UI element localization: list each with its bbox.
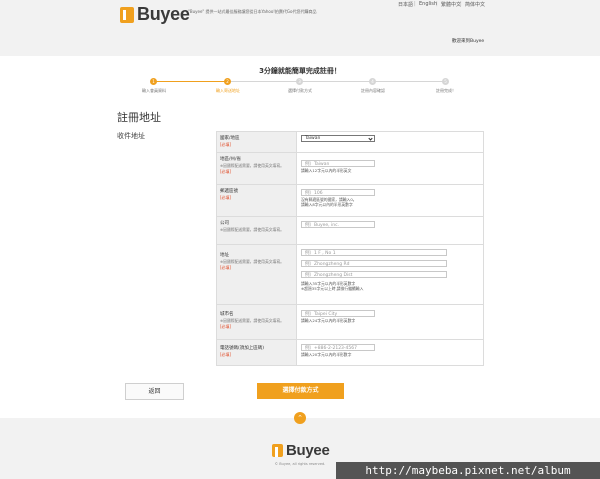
step-2-dot: 2 (224, 78, 231, 85)
lang-divider: | (460, 1, 462, 7)
phone-input[interactable]: 例）+886-2-2123-4567 (301, 344, 375, 351)
welcome-text: 歡迎來到Buyee (452, 39, 485, 44)
step-3-label: 選擇付款方式 (288, 88, 312, 93)
country-label: 國家/地區 (220, 136, 240, 141)
required-tag: [必填] (220, 169, 232, 174)
required-tag: [必填] (220, 352, 232, 357)
phone-field-cell: 例）+886-2-2123-4567 請輸入20字元以內的半形數字 (297, 340, 483, 365)
address-line-2-input[interactable]: 例）Zhongzheng Rd (301, 260, 447, 267)
address-label: 地址 (220, 253, 229, 258)
select-payment-button[interactable]: 選擇付款方式 (257, 383, 344, 399)
footer-logo[interactable]: Buyee (272, 442, 330, 459)
back-button[interactable]: 返回 (125, 383, 184, 400)
lang-english[interactable]: English (419, 1, 437, 7)
required-tag: [必填] (220, 142, 232, 147)
country-label-cell: 國家/地區 [必填] (217, 132, 297, 152)
progress-line-done (153, 81, 228, 82)
address-hint-2: ※超過35字元以上時,請換行繼續輸入 (301, 286, 364, 291)
phone-label-cell: 電話號碼(須加上區碼) [必填] (217, 340, 297, 365)
english-note: ※因國際配送需要，請使用英文填寫。 (220, 318, 284, 323)
step-3-dot: 3 (296, 78, 303, 85)
row-company: 公司 ※因國際配送需要，請使用英文填寫。 例）Buyee, inc. (217, 217, 483, 245)
phone-label: 電話號碼(須加上區碼) (220, 346, 265, 351)
city-label-cell: 城市名 ※因國際配送需要，請使用英文填寫。 [必填] (217, 305, 297, 339)
footer-logo-text: Buyee (286, 442, 330, 459)
zip-label: 郵遞區號 (220, 189, 238, 194)
zip-field-cell: 例）106 沒有郵遞區號的國家，請輸入0。 請輸入8字元以內的半形英數字 (297, 185, 483, 216)
header-tagline: "Buyee" 提供一站式最佳服務讓您從日本Yahoo!拍賣代Go代您代購商品 (188, 9, 317, 14)
row-city: 城市名 ※因國際配送需要，請使用英文填寫。 [必填] 例）Taipei City… (217, 305, 483, 340)
required-tag: [必填] (220, 265, 232, 270)
back-to-top-button[interactable]: ⌃ (294, 412, 306, 424)
section-title: 收件地址 (117, 132, 145, 140)
zip-input[interactable]: 例）106 (301, 189, 375, 196)
english-note: ※因國際配送需要，請使用英文填寫。 (220, 259, 284, 264)
state-label-cell: 地區/州/省 ※因國際配送需要，請使用英文填寫。 [必填] (217, 153, 297, 184)
country-select[interactable]: Taiwan (301, 135, 375, 142)
phone-hint: 請輸入20字元以內的半形數字 (301, 352, 352, 357)
step-5-dot: 5 (442, 78, 449, 85)
step-1-dot: 1 (150, 78, 157, 85)
page-title: 註冊地址 (117, 111, 161, 124)
required-tag: [必填] (220, 195, 232, 200)
address-label-cell: 地址 ※因國際配送需要，請使用英文填寫。 [必填] (217, 245, 297, 304)
company-input[interactable]: 例）Buyee, inc. (301, 221, 375, 228)
state-field-cell: 例）Taiwan 請輸入12字元以內的半形英文 (297, 153, 483, 184)
row-zip: 郵遞區號 [必填] 例）106 沒有郵遞區號的國家，請輸入0。 請輸入8字元以內… (217, 185, 483, 217)
watermark-url: http://maybeba.pixnet.net/album (336, 462, 600, 479)
address-form: 國家/地區 [必填] Taiwan 地區/州/省 ※因國際配送需要，請使用英文填… (216, 131, 484, 366)
lang-japanese[interactable]: 日本語 (398, 1, 413, 8)
buyee-logo-icon (120, 6, 134, 23)
company-label-cell: 公司 ※因國際配送需要，請使用英文填寫。 (217, 217, 297, 244)
buyee-logo[interactable]: Buyee (120, 4, 190, 25)
lang-divider: | (436, 1, 438, 7)
company-field-cell: 例）Buyee, inc. (297, 217, 483, 244)
logo-text: Buyee (137, 4, 190, 24)
address-line-1-input[interactable]: 例）1 F , No 1 (301, 249, 447, 256)
lang-simplified-chinese[interactable]: 简体中文 (465, 1, 485, 8)
english-note: ※因國際配送需要，請使用英文填寫。 (220, 163, 284, 168)
row-address: 地址 ※因國際配送需要，請使用英文填寫。 [必填] 例）1 F , No 1 例… (217, 245, 483, 305)
step-4-label: 註冊內容確認 (361, 88, 385, 93)
city-label: 城市名 (220, 312, 234, 317)
row-phone: 電話號碼(須加上區碼) [必填] 例）+886-2-2123-4567 請輸入2… (217, 340, 483, 366)
zip-label-cell: 郵遞區號 [必填] (217, 185, 297, 216)
registration-banner: 3分鐘就能簡單完成註冊！ (259, 67, 341, 75)
progress-line-todo (228, 81, 446, 82)
buyee-logo-icon (272, 444, 283, 457)
row-state: 地區/州/省 ※因國際配送需要，請使用英文填寫。 [必填] 例）Taiwan 請… (217, 153, 483, 185)
lang-traditional-chinese[interactable]: 繁體中文 (441, 1, 461, 8)
required-tag: [必填] (220, 324, 232, 329)
step-2-label: 輸入寄送地址 (216, 88, 240, 93)
step-5-label: 註冊完成！ (436, 88, 456, 93)
address-field-cell: 例）1 F , No 1 例）Zhongzheng Rd 例）Zhongzhen… (297, 245, 483, 304)
city-hint: 請輸入24字元以內的半形英數字 (301, 318, 356, 323)
english-note: ※因國際配送需要，請使用英文填寫。 (220, 227, 284, 232)
site-header: Buyee "Buyee" 提供一站式最佳服務讓您從日本Yahoo!拍賣代Go代… (0, 0, 600, 56)
country-field-cell: Taiwan (297, 132, 483, 152)
state-input[interactable]: 例）Taiwan (301, 160, 375, 167)
city-input[interactable]: 例）Taipei City (301, 310, 375, 317)
address-line-3-input[interactable]: 例）Zhongzheng Dist (301, 271, 447, 278)
step-4-dot: 4 (369, 78, 376, 85)
row-country: 國家/地區 [必填] Taiwan (217, 132, 483, 153)
city-field-cell: 例）Taipei City 請輸入24字元以內的半形英數字 (297, 305, 483, 339)
company-label: 公司 (220, 221, 229, 226)
state-hint: 請輸入12字元以內的半形英文 (301, 168, 352, 173)
zip-hint-2: 請輸入8字元以內的半形英數字 (301, 202, 353, 207)
state-label: 地區/州/省 (220, 157, 242, 162)
chevron-up-icon: ⌃ (297, 414, 303, 422)
lang-divider: | (414, 1, 416, 7)
step-1-label: 輸入會員資料 (142, 88, 166, 93)
